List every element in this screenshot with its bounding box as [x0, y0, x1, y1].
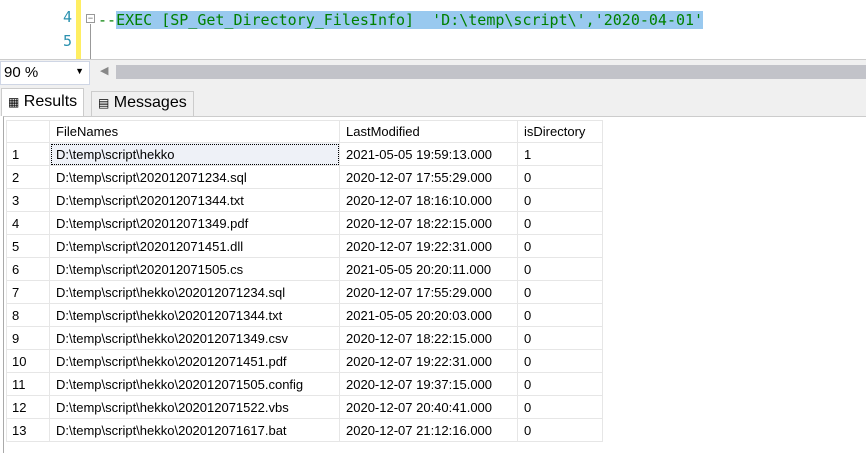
- isdirectory-cell[interactable]: 0: [517, 372, 603, 396]
- scroll-left-icon[interactable]: ◀: [100, 64, 108, 77]
- row-number[interactable]: 8: [6, 303, 50, 327]
- table-row[interactable]: 12 D:\temp\script\hekko\202012071522.vbs 2…: [6, 395, 603, 419]
- table-row[interactable]: 5 D:\temp\script\202012071451.dll 2020-12-…: [6, 234, 603, 258]
- isdirectory-cell[interactable]: 0: [517, 418, 603, 442]
- column-header-lastmodified[interactable]: LastModified: [339, 120, 518, 143]
- filename-cell[interactable]: D:\temp\script\hekko\202012071451.pdf: [49, 349, 340, 373]
- zoom-bar: 90 % ▼ ◀: [0, 59, 866, 85]
- isdirectory-cell[interactable]: 0: [517, 257, 603, 281]
- lastmodified-cell[interactable]: 2020-12-07 18:22:15.000: [339, 211, 518, 235]
- row-number[interactable]: 1: [6, 142, 50, 166]
- results-grid[interactable]: FileNames LastModified isDirectory 1 D:\t…: [3, 116, 866, 453]
- lastmodified-cell[interactable]: 2021-05-05 20:20:11.000: [339, 257, 518, 281]
- row-number[interactable]: 7: [6, 280, 50, 304]
- header-row: FileNames LastModified isDirectory: [6, 120, 603, 143]
- column-header-rownum[interactable]: [6, 120, 50, 143]
- column-header-isdirectory[interactable]: isDirectory: [517, 120, 603, 143]
- row-number[interactable]: 11: [6, 372, 50, 396]
- filename-cell[interactable]: D:\temp\script\hekko\202012071349.csv: [49, 326, 340, 350]
- filename-cell[interactable]: D:\temp\script\hekko\202012071505.config: [49, 372, 340, 396]
- filename-cell[interactable]: D:\temp\script\hekko\202012071234.sql: [49, 280, 340, 304]
- chevron-down-icon: ▼: [75, 66, 84, 76]
- code-line-4[interactable]: --EXEC [SP_Get_Directory_FilesInfo] 'D:\…: [98, 8, 704, 32]
- filename-cell[interactable]: D:\temp\script\202012071349.pdf: [49, 211, 340, 235]
- isdirectory-cell[interactable]: 0: [517, 395, 603, 419]
- table-row[interactable]: 13 D:\temp\script\hekko\202012071617.bat 2…: [6, 418, 603, 442]
- table-row[interactable]: 4 D:\temp\script\202012071349.pdf 2020-12-…: [6, 211, 603, 235]
- results-table: FileNames LastModified isDirectory 1 D:\t…: [6, 120, 603, 442]
- tab-label: Messages: [113, 94, 187, 111]
- isdirectory-cell[interactable]: 0: [517, 165, 603, 189]
- row-number[interactable]: 4: [6, 211, 50, 235]
- lastmodified-cell[interactable]: 2021-05-05 20:20:03.000: [339, 303, 518, 327]
- filename-cell[interactable]: D:\temp\script\202012071451.dll: [49, 234, 340, 258]
- filename-cell[interactable]: D:\temp\script\hekko\202012071522.vbs: [49, 395, 340, 419]
- table-row[interactable]: 3 D:\temp\script\202012071344.txt 2020-12-…: [6, 188, 603, 212]
- isdirectory-cell[interactable]: 0: [517, 326, 603, 350]
- filename-cell[interactable]: D:\temp\script\hekko: [49, 142, 340, 166]
- filename-cell[interactable]: D:\temp\script\hekko\202012071344.txt: [49, 303, 340, 327]
- grid-icon: ▦: [8, 95, 20, 109]
- row-number[interactable]: 3: [6, 188, 50, 212]
- lastmodified-cell[interactable]: 2020-12-07 20:40:41.000: [339, 395, 518, 419]
- row-number[interactable]: 13: [6, 418, 50, 442]
- table-row[interactable]: 11 D:\temp\script\hekko\202012071505.conf…: [6, 372, 603, 396]
- collapse-icon[interactable]: −: [86, 14, 95, 23]
- isdirectory-cell[interactable]: 0: [517, 234, 603, 258]
- table-row[interactable]: 9 D:\temp\script\hekko\202012071349.csv 20…: [6, 326, 603, 350]
- table-row[interactable]: 2 D:\temp\script\202012071234.sql 2020-12-…: [6, 165, 603, 189]
- row-number[interactable]: 2: [6, 165, 50, 189]
- zoom-select[interactable]: 90 % ▼: [0, 61, 90, 85]
- table-row[interactable]: 6 D:\temp\script\202012071505.cs 2021-05-0…: [6, 257, 603, 281]
- tab-label: Results: [23, 93, 78, 110]
- isdirectory-cell[interactable]: 0: [517, 303, 603, 327]
- filename-cell[interactable]: D:\temp\script\202012071234.sql: [49, 165, 340, 189]
- isdirectory-cell[interactable]: 0: [517, 280, 603, 304]
- lastmodified-cell[interactable]: 2020-12-07 19:37:15.000: [339, 372, 518, 396]
- horizontal-scrollbar[interactable]: [116, 65, 866, 79]
- isdirectory-cell[interactable]: 1: [517, 142, 603, 166]
- comment-prefix: --: [98, 11, 117, 29]
- line-number: 4: [62, 8, 72, 26]
- messages-icon: ▤: [98, 96, 110, 110]
- table-row[interactable]: 8 D:\temp\script\hekko\202012071344.txt 20…: [6, 303, 603, 327]
- row-number[interactable]: 9: [6, 326, 50, 350]
- change-marker: [76, 0, 81, 59]
- table-row[interactable]: 7 D:\temp\script\hekko\202012071234.sql 20…: [6, 280, 603, 304]
- column-header-filenames[interactable]: FileNames: [49, 120, 340, 143]
- lastmodified-cell[interactable]: 2020-12-07 17:55:29.000: [339, 165, 518, 189]
- row-number[interactable]: 12: [6, 395, 50, 419]
- filename-cell[interactable]: D:\temp\script\202012071505.cs: [49, 257, 340, 281]
- tab-results[interactable]: ▦ Results: [1, 88, 85, 116]
- row-number[interactable]: 5: [6, 234, 50, 258]
- line-number: 5: [62, 32, 72, 50]
- row-number[interactable]: 10: [6, 349, 50, 373]
- table-row[interactable]: 10 D:\temp\script\hekko\202012071451.pdf 2…: [6, 349, 603, 373]
- table-row[interactable]: 1 D:\temp\script\hekko 2021-05-05 19:59:13…: [6, 142, 603, 166]
- row-number[interactable]: 6: [6, 257, 50, 281]
- query-editor[interactable]: 4 5 − --EXEC [SP_Get_Directory_FilesInfo…: [0, 0, 866, 59]
- fold-line: [90, 24, 91, 59]
- zoom-value: 90 %: [4, 64, 39, 81]
- selected-code: EXEC [SP_Get_Directory_FilesInfo] 'D:\te…: [116, 11, 704, 29]
- lastmodified-cell[interactable]: 2020-12-07 21:12:16.000: [339, 418, 518, 442]
- lastmodified-cell[interactable]: 2020-12-07 19:22:31.000: [339, 234, 518, 258]
- tab-messages[interactable]: ▤ Messages: [91, 91, 194, 116]
- lastmodified-cell[interactable]: 2020-12-07 18:16:10.000: [339, 188, 518, 212]
- lastmodified-cell[interactable]: 2020-12-07 17:55:29.000: [339, 280, 518, 304]
- lastmodified-cell[interactable]: 2021-05-05 19:59:13.000: [339, 142, 518, 166]
- isdirectory-cell[interactable]: 0: [517, 349, 603, 373]
- filename-cell[interactable]: D:\temp\script\202012071344.txt: [49, 188, 340, 212]
- isdirectory-cell[interactable]: 0: [517, 188, 603, 212]
- isdirectory-cell[interactable]: 0: [517, 211, 603, 235]
- lastmodified-cell[interactable]: 2020-12-07 19:22:31.000: [339, 349, 518, 373]
- lastmodified-cell[interactable]: 2020-12-07 18:22:15.000: [339, 326, 518, 350]
- filename-cell[interactable]: D:\temp\script\hekko\202012071617.bat: [49, 418, 340, 442]
- results-tabs: ▦ Results ▤ Messages: [0, 85, 866, 116]
